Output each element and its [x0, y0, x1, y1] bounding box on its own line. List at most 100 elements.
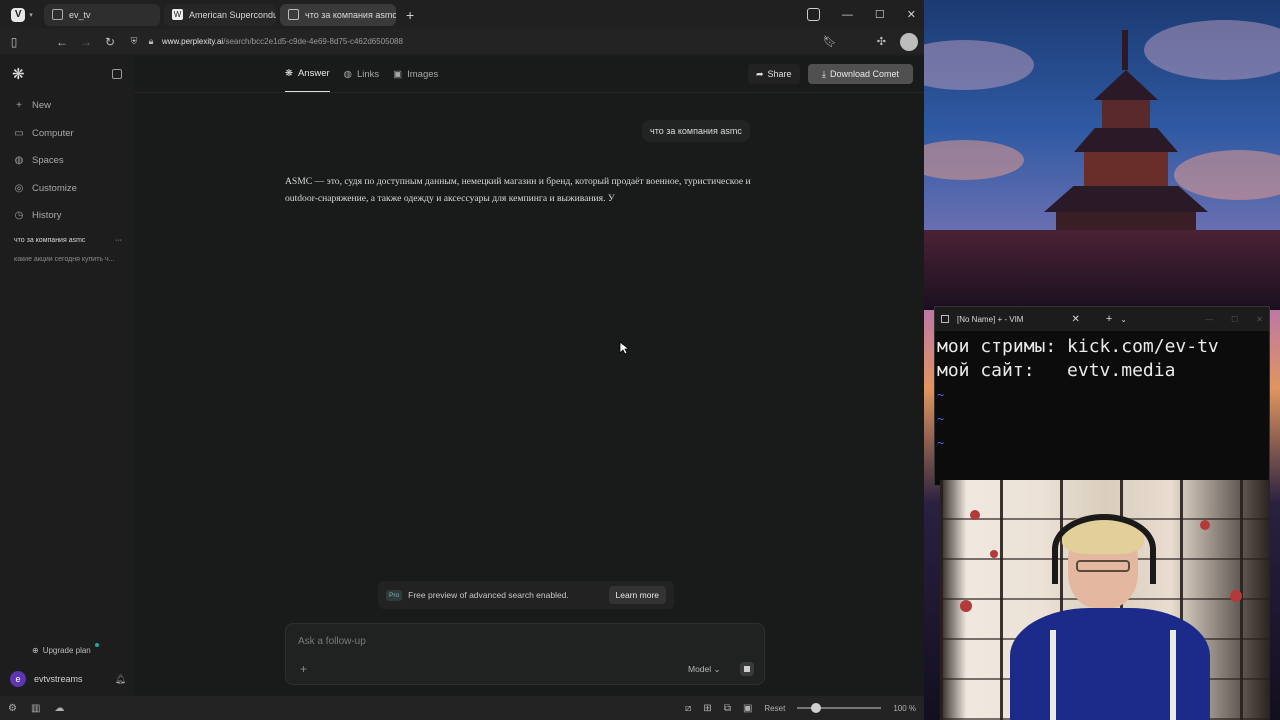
wikipedia-icon: W: [172, 9, 183, 20]
sidebar-item-computer[interactable]: ▭ Computer: [0, 120, 134, 148]
user-account[interactable]: e evtvstreams 🔔︎: [10, 670, 126, 688]
perplexity-logo-icon[interactable]: ❋: [12, 65, 25, 83]
chevron-down-icon[interactable]: ⌄: [1120, 315, 1127, 324]
cloud-icon[interactable]: ☁: [54, 703, 64, 714]
thread-label: что за компания asmc: [14, 236, 86, 244]
download-comet-button[interactable]: ⤓ Download Comet: [808, 64, 913, 84]
close-window-icon[interactable]: ✕: [1256, 315, 1263, 324]
customize-icon: ◎: [14, 182, 24, 194]
tab-favicon-icon: [52, 9, 63, 20]
vim-empty-line: ~: [937, 436, 945, 450]
sidebar-item-spaces[interactable]: ◍ Spaces: [0, 147, 134, 175]
stop-icon: [744, 666, 750, 672]
close-window-icon[interactable]: ✕: [907, 8, 916, 21]
lock-icon[interactable]: 🔒︎: [146, 36, 156, 47]
pagoda-tier: [1084, 152, 1168, 186]
cloud: [924, 40, 1034, 90]
images-toggle-icon[interactable]: ▣: [743, 703, 752, 714]
panels-icon[interactable]: ▥: [31, 703, 40, 714]
history-thread[interactable]: что за компания asmc ···: [0, 231, 134, 250]
tab-images[interactable]: ▣ Images: [393, 64, 438, 84]
share-label: Share: [767, 69, 792, 79]
jacket-stripe: [1170, 630, 1176, 720]
pagoda-tier: [1102, 100, 1150, 130]
tab-actions-icon[interactable]: [806, 8, 820, 21]
username: evtvstreams: [34, 674, 83, 684]
new-tab-button[interactable]: +: [406, 7, 414, 23]
learn-more-button[interactable]: Learn more: [608, 586, 666, 604]
zoom-reset-button[interactable]: Reset: [764, 704, 785, 713]
maximize-icon[interactable]: ☐: [875, 8, 885, 21]
pagoda-spire: [1122, 30, 1128, 70]
tab-label: Answer: [297, 67, 330, 79]
new-tab-icon[interactable]: +: [1106, 313, 1112, 325]
address-bar: ▯ ← → ↻ ⛨ 🔒︎ www.perplexity.ai/search/bc…: [0, 29, 924, 54]
pagoda-roof: [1044, 186, 1208, 212]
tab-label: что за компания asmc: [305, 9, 396, 20]
browser-menu[interactable]: V ▾: [0, 0, 44, 29]
tab-american-superconductor[interactable]: W American Superconductor: [164, 3, 276, 26]
treeline: [924, 230, 1280, 310]
collapse-sidebar-icon[interactable]: [112, 69, 122, 79]
user-query-bubble: что за компания asmc: [642, 120, 750, 142]
chevron-down-icon: ⌄: [713, 664, 721, 674]
blossom: [990, 550, 998, 558]
back-icon[interactable]: ←: [50, 35, 74, 49]
profile-avatar[interactable]: [900, 32, 918, 51]
reload-icon[interactable]: ↻: [98, 35, 122, 49]
share-button[interactable]: ➦ Share: [748, 64, 800, 84]
vivaldi-logo-icon[interactable]: V: [11, 7, 26, 22]
pro-banner-text: Free preview of advanced search enabled.: [408, 590, 569, 600]
vim-empty-line: ~: [937, 388, 945, 402]
notification-dot: [94, 643, 99, 647]
page-actions-icon[interactable]: ⧉: [724, 703, 731, 714]
follow-up-input[interactable]: [298, 636, 598, 647]
sidebar-item-new[interactable]: + New: [0, 92, 134, 120]
sidebar-item-customize[interactable]: ◎ Customize: [0, 175, 134, 203]
extensions-icon[interactable]: ✣: [877, 35, 886, 48]
chevron-down-icon[interactable]: ▾: [29, 11, 33, 19]
attach-plus-icon[interactable]: +: [300, 662, 307, 676]
zoom-slider[interactable]: [797, 703, 882, 713]
follow-up-box: + Model ⌄: [285, 623, 765, 685]
vim-window: [No Name] + - VIM ✕ + ⌄ — ☐ ✕ мои стримы…: [934, 306, 1270, 486]
sidebar-item-label: Spaces: [32, 155, 64, 167]
close-tab-icon[interactable]: ✕: [1071, 314, 1079, 325]
zoom-slider-knob[interactable]: [811, 703, 822, 713]
settings-icon[interactable]: ⚙: [8, 703, 17, 714]
plus-icon: +: [16, 100, 22, 112]
maximize-icon[interactable]: ☐: [1231, 315, 1238, 324]
upgrade-plan-button[interactable]: ⊕ Upgrade plan: [32, 643, 99, 657]
tab-ev-tv[interactable]: ev_tv: [44, 3, 160, 26]
site-info-icon[interactable]: ⛨: [122, 36, 146, 47]
sidebar-item-label: New: [32, 100, 52, 112]
tab-bar: V ▾ ev_tv W American Superconductor что …: [0, 0, 924, 29]
headset: [1052, 514, 1156, 584]
model-label: Model: [688, 664, 712, 674]
bell-icon[interactable]: 🔔︎: [115, 674, 126, 685]
jacket-stripe: [1050, 630, 1056, 720]
capture-icon[interactable]: ⧄: [685, 703, 691, 714]
tab-links[interactable]: ◍ Links: [344, 64, 379, 84]
tab-label: Links: [356, 68, 380, 80]
model-selector[interactable]: Model ⌄: [688, 664, 721, 675]
stop-button[interactable]: [740, 662, 754, 676]
mouse-cursor-icon: [619, 341, 629, 355]
tab-perplexity[interactable]: что за компания asmc ✕: [280, 3, 396, 26]
sidebar-item-history[interactable]: ◷ History: [0, 202, 134, 230]
share-icon: ➦: [756, 68, 764, 79]
more-options-icon[interactable]: ···: [115, 237, 122, 244]
zoom-level: 100 %: [893, 703, 916, 713]
panel-toggle-icon[interactable]: ▯: [2, 35, 26, 49]
minimize-icon[interactable]: —: [842, 9, 853, 21]
url-field[interactable]: www.perplexity.ai/search/bcc2e1d5-c9de-4…: [162, 37, 823, 46]
tab-answer[interactable]: ❋ Answer: [285, 64, 330, 93]
minimize-icon[interactable]: —: [1205, 315, 1213, 324]
tiling-icon[interactable]: ⊞: [703, 703, 711, 714]
sidebar-item-label: Customize: [32, 182, 77, 194]
history-thread[interactable]: какие акции сегодня купить ч...: [0, 250, 134, 269]
forward-icon[interactable]: →: [74, 35, 98, 49]
bookmark-icon[interactable]: 🔖︎: [823, 35, 837, 48]
url-path: /search/bcc2e1d5-c9de-4e69-8d75-c462d650…: [223, 37, 403, 46]
vim-empty-line: ~: [937, 412, 945, 426]
